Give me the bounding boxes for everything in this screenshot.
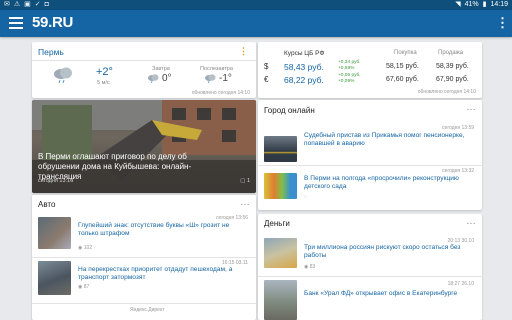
eye-icon: ◉ — [78, 245, 83, 251]
list-item[interactable]: 16:15 03.11 На перекрестках приоритет от… — [32, 257, 256, 301]
day-after-label: Послезавтра — [200, 66, 233, 72]
news-date: 18:27 26.10 — [447, 281, 474, 287]
news-date: сегодня 13:32 — [442, 168, 474, 174]
divider — [32, 60, 256, 61]
camera-icon: ▢ — [240, 178, 246, 184]
bag-icon: ◘ — [44, 1, 49, 8]
money-section-title[interactable]: Деньги — [264, 219, 290, 228]
euro-symbol: € — [264, 75, 269, 84]
divider — [32, 303, 256, 304]
eur-rate: 68,22 руб. — [284, 75, 324, 85]
views-count: 87 — [83, 284, 90, 290]
alert-icon: ⚠ — [13, 1, 21, 8]
money-card: Деньги … 20:13 30.10 Три миллиона россия… — [258, 214, 482, 320]
battery-text: 41% — [464, 1, 479, 8]
mail-icon: ✉ — [4, 1, 10, 8]
news-title[interactable]: В Перми на полгода «просрочили» реконстр… — [304, 175, 474, 191]
photo-count: 1 — [246, 178, 250, 184]
usd-rate: 58,43 руб. — [284, 62, 324, 72]
news-views: ◉ 102 — [78, 245, 92, 251]
tomorrow-label: Завтра — [152, 66, 170, 72]
news-thumbnail — [264, 238, 297, 268]
weather-card[interactable]: Пермь ⋮ +2° 5 м/с Завтра 0° Послезавтра … — [32, 42, 256, 98]
cloud-icon — [205, 74, 216, 83]
hamburger-menu-icon[interactable] — [9, 17, 23, 29]
eye-icon: ◌ — [304, 194, 307, 200]
site-logo[interactable]: 59.RU — [32, 14, 73, 31]
news-title[interactable]: Три миллиона россиян рискуют скоро остат… — [304, 244, 474, 260]
image-icon: ▣ — [24, 1, 31, 8]
weather-more-icon[interactable]: ⋮ — [239, 46, 248, 57]
news-thumbnail — [264, 173, 297, 199]
news-title[interactable]: Глупейший знак: отсутствие буквы «Ш» гро… — [78, 222, 248, 238]
current-temperature: +2° — [96, 66, 113, 78]
list-item[interactable]: 20:13 30.10 Три миллиона россиян рискуют… — [258, 232, 482, 276]
views-count: 102 — [83, 245, 93, 251]
hero-news-time: сегодня 13:16 — [38, 178, 74, 184]
news-thumbnail — [38, 261, 71, 295]
auto-section-title[interactable]: Авто — [38, 200, 55, 209]
city-more-icon[interactable]: … — [466, 102, 476, 113]
cloud-rain-icon — [54, 67, 72, 84]
overflow-menu-icon[interactable]: ⋮ — [496, 16, 509, 30]
list-item[interactable]: сегодня 13:59 Судебный пристав из Прикам… — [258, 120, 482, 162]
news-views: ◉ 87 — [78, 284, 89, 290]
news-title[interactable]: Банк «Урал ФД» открывает офис в Екатерин… — [304, 290, 474, 298]
wifi-icon: ◥ — [455, 1, 461, 8]
auto-card: Авто … сегодня 13:56 Глупейший знак: отс… — [32, 195, 256, 320]
usd-delta-pct: +0,59% — [338, 66, 355, 71]
eur-buy: 67,60 руб. — [386, 76, 419, 83]
weather-updated: обновлено сегодня 14:10 — [191, 90, 250, 96]
cloud-icon — [148, 74, 159, 83]
hero-photo-count: ▢ 1 — [240, 178, 250, 184]
system-icons: ◥ 41% ▮ 14:19 — [455, 0, 508, 10]
eye-icon: ◉ — [78, 284, 83, 290]
city-section-title[interactable]: Город онлайн — [264, 106, 315, 115]
tomorrow-temperature: 0° — [162, 73, 172, 84]
eye-icon: ◉ — [304, 264, 309, 270]
currency-card[interactable]: Курсы ЦБ РФ Покупка Продажа $ 58,43 руб.… — [258, 42, 482, 98]
check-icon: ✓ — [34, 1, 41, 8]
app-bar: 59.RU ⋮ — [0, 10, 512, 37]
news-title[interactable]: На перекрестках приоритет отдадут пешехо… — [78, 266, 248, 282]
eur-sell: 67,90 руб. — [436, 76, 469, 83]
news-views: ◉ 83 — [304, 264, 315, 270]
news-thumbnail — [38, 217, 71, 249]
news-date: сегодня 13:59 — [442, 125, 474, 131]
day-after-temperature: -1° — [219, 73, 232, 84]
views-count: 83 — [309, 264, 316, 270]
currency-title: Курсы ЦБ РФ — [284, 50, 325, 57]
currency-updated: обновлено сегодня 14:10 — [417, 89, 476, 95]
usd-delta: +0,34 руб. +0,59% — [338, 60, 361, 72]
sell-label: Продажа — [438, 50, 464, 56]
news-thumbnail — [264, 280, 297, 320]
battery-icon: ▮ — [482, 1, 487, 8]
usd-buy: 58,15 руб. — [386, 63, 419, 70]
hero-news-card[interactable]: В Перми оглашают приговор по делу об обр… — [32, 100, 256, 193]
city-online-card: Город онлайн … сегодня 13:59 Судебный пр… — [258, 100, 482, 210]
list-item[interactable]: сегодня 13:56 Глупейший знак: отсутствие… — [32, 211, 256, 255]
news-title[interactable]: Судебный пристав из Прикамья помог пенси… — [304, 132, 474, 148]
list-item[interactable]: сегодня 13:32 В Перми на полгода «просро… — [258, 165, 482, 210]
list-item[interactable]: 18:27 26.10 Банк «Урал ФД» открывает офи… — [258, 276, 482, 320]
auto-more-icon[interactable]: … — [240, 197, 250, 208]
news-date: сегодня 13:56 — [216, 215, 248, 221]
eur-delta-pct: +0,09% — [338, 79, 355, 84]
notification-icons: ✉ ⚠ ▣ ✓ ◘ — [4, 0, 49, 10]
buy-label: Покупка — [394, 50, 417, 56]
status-bar: ✉ ⚠ ▣ ✓ ◘ ◥ 41% ▮ 14:19 — [0, 0, 512, 10]
money-more-icon[interactable]: … — [466, 216, 476, 227]
news-views: ◌ — [304, 194, 307, 200]
weather-city: Пермь — [38, 47, 64, 57]
dollar-symbol: $ — [264, 62, 269, 71]
news-thumbnail — [264, 136, 297, 162]
eur-delta: +0,06 руб. +0,09% — [338, 73, 361, 85]
usd-sell: 58,39 руб. — [436, 63, 469, 70]
current-wind: 5 м/с — [97, 80, 110, 86]
yandex-direct-label[interactable]: Яндекс.Директ — [130, 307, 164, 313]
clock: 14:19 — [490, 1, 508, 8]
